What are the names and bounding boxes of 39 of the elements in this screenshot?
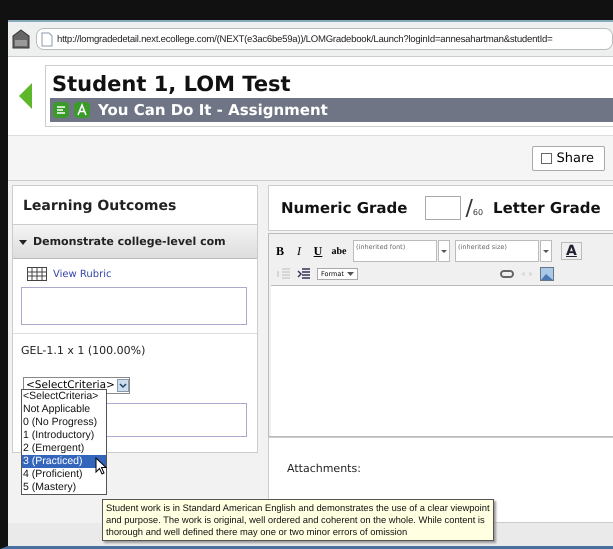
criteria-option[interactable]: 2 (Emergent) [22,442,106,455]
caret-icon[interactable] [116,378,129,392]
letter-grade-label: Letter Grade [493,199,601,217]
criteria-option[interactable]: 1 (Introductory) [22,429,106,442]
outcome-header[interactable]: Demonstrate college-level com [13,225,257,259]
slash-text: / [465,196,473,220]
image-icon[interactable] [540,267,554,281]
list-icon[interactable] [52,101,70,119]
page-icon [41,32,53,46]
grid-icon [27,267,47,281]
grade-a-icon[interactable] [73,101,91,119]
back-arrow-icon[interactable] [19,83,33,109]
numeric-grade-label: Numeric Grade [281,199,408,217]
criteria-tooltip: Student work is in Standard American English and demonstrates the use of a clear viewpoint and purpose. The work is original, well ordered and coherent on the whole. While content is thorough and well defined there may one or two minor errors of omission [102,499,494,541]
view-rubric-link[interactable]: View Rubric [53,268,112,280]
link-icon[interactable] [500,269,514,279]
caret-icon[interactable] [540,240,552,262]
numeric-grade-field[interactable] [425,196,462,220]
underline-button[interactable]: U [311,244,325,258]
italic-button[interactable]: I [292,244,306,258]
strikethrough-button[interactable]: abe [330,246,348,256]
text-color-button[interactable]: A [561,242,582,260]
comment-field[interactable] [21,287,247,325]
max-points-text: 60 [472,208,484,216]
bold-button[interactable]: B [273,244,287,258]
student-title: Student 1, LOM Test [52,71,292,98]
caret-icon [19,238,27,246]
url-text: http://lomgradedetail.next.ecollege.com/(NEXT(e3ac6be59a))/LOMGradebook/Launch?loginId=annesahartman&studentId= [57,34,552,44]
caret-icon [346,272,354,276]
tag-icon[interactable] [12,29,30,49]
assignment-title: You Can Do It - Assignment [98,101,328,119]
criteria-option[interactable]: 0 (No Progress) [22,416,106,429]
share-button[interactable]: Share [532,146,605,170]
indent-icon[interactable] [297,268,311,280]
address-bar[interactable]: http://lomgradedetail.next.ecollege.com/(NEXT(e3ac6be59a))/LOMGradebook/Launch?loginId=annesahartman&studentId= [36,28,613,50]
caret-icon[interactable] [438,240,450,262]
criteria-option[interactable]: Not Applicable [22,403,106,416]
score-text: GEL-1.1 x 1 (100.00%) [13,333,257,373]
criteria-option[interactable]: 5 (Mastery) [22,481,106,494]
